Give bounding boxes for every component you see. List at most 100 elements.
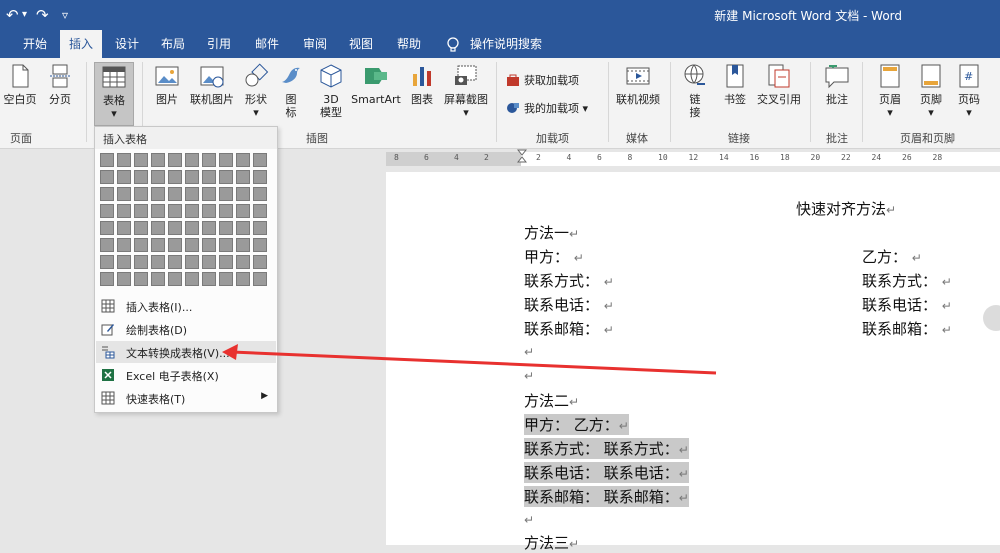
- tab-home[interactable]: 开始: [14, 30, 56, 58]
- indent-marker-icon[interactable]: [517, 149, 527, 169]
- grid-cell[interactable]: [236, 187, 250, 201]
- tab-review[interactable]: 审阅: [294, 30, 336, 58]
- convert-text-to-table-item[interactable]: 文本转换成表格(V)...: [96, 341, 276, 363]
- my-addins-button[interactable]: 我的加载项 ▾: [506, 100, 588, 116]
- grid-cell[interactable]: [151, 204, 165, 218]
- grid-cell[interactable]: [253, 187, 267, 201]
- icons-button[interactable]: 图 标: [276, 62, 306, 119]
- insert-table-item[interactable]: 插入表格(I)...: [96, 295, 276, 317]
- grid-cell[interactable]: [100, 153, 114, 167]
- grid-cell[interactable]: [134, 221, 148, 235]
- picture-button[interactable]: 图片: [150, 62, 184, 106]
- grid-cell[interactable]: [117, 238, 131, 252]
- tab-insert[interactable]: 插入: [60, 30, 102, 58]
- screenshot-button[interactable]: 屏幕截图 ▾: [442, 62, 490, 119]
- grid-cell[interactable]: [219, 187, 233, 201]
- get-addins-button[interactable]: 获取加载项: [506, 72, 579, 88]
- grid-cell[interactable]: [185, 221, 199, 235]
- excel-spreadsheet-item[interactable]: Excel 电子表格(X): [96, 364, 276, 386]
- grid-cell[interactable]: [202, 187, 216, 201]
- grid-cell[interactable]: [168, 255, 182, 269]
- grid-cell[interactable]: [100, 255, 114, 269]
- grid-cell[interactable]: [236, 238, 250, 252]
- grid-cell[interactable]: [202, 221, 216, 235]
- grid-cell[interactable]: [253, 204, 267, 218]
- grid-cell[interactable]: [253, 221, 267, 235]
- grid-cell[interactable]: [236, 221, 250, 235]
- grid-cell[interactable]: [219, 221, 233, 235]
- grid-cell[interactable]: [168, 238, 182, 252]
- grid-cell[interactable]: [100, 238, 114, 252]
- grid-cell[interactable]: [117, 221, 131, 235]
- grid-cell[interactable]: [100, 272, 114, 286]
- horizontal-ruler[interactable]: 8 6 4 2 2 4 6 8 10 12 14 16 18 20 22 24 26 28: [386, 149, 1000, 169]
- grid-cell[interactable]: [219, 153, 233, 167]
- grid-cell[interactable]: [168, 204, 182, 218]
- grid-cell[interactable]: [100, 187, 114, 201]
- grid-cell[interactable]: [202, 153, 216, 167]
- grid-cell[interactable]: [185, 255, 199, 269]
- grid-cell[interactable]: [134, 204, 148, 218]
- shapes-button[interactable]: 形状 ▾: [240, 62, 272, 119]
- grid-cell[interactable]: [134, 238, 148, 252]
- document-page[interactable]: 快速对齐方法↵ 方法一↵ 甲方： ↵ 联系方式： ↵ 联系电话： ↵ 联系邮箱：…: [386, 172, 1000, 552]
- grid-cell[interactable]: [185, 153, 199, 167]
- grid-cell[interactable]: [117, 170, 131, 184]
- grid-cell[interactable]: [168, 170, 182, 184]
- grid-cell[interactable]: [151, 238, 165, 252]
- grid-cell[interactable]: [219, 255, 233, 269]
- grid-cell[interactable]: [202, 272, 216, 286]
- tell-me-search[interactable]: 操作说明搜索: [470, 30, 544, 58]
- grid-cell[interactable]: [236, 153, 250, 167]
- grid-cell[interactable]: [219, 204, 233, 218]
- grid-cell[interactable]: [236, 170, 250, 184]
- header-button[interactable]: 页眉 ▾: [870, 62, 910, 119]
- 3d-models-button[interactable]: 3D 模型: [314, 62, 348, 119]
- grid-cell[interactable]: [151, 170, 165, 184]
- grid-cell[interactable]: [151, 272, 165, 286]
- grid-cell[interactable]: [117, 187, 131, 201]
- grid-cell[interactable]: [253, 255, 267, 269]
- page-number-button[interactable]: # 页码 ▾: [952, 62, 986, 119]
- grid-cell[interactable]: [151, 153, 165, 167]
- grid-cell[interactable]: [253, 238, 267, 252]
- blank-page-button[interactable]: 空白页: [2, 62, 38, 106]
- grid-cell[interactable]: [185, 187, 199, 201]
- grid-cell[interactable]: [100, 221, 114, 235]
- tab-design[interactable]: 设计: [106, 30, 148, 58]
- grid-cell[interactable]: [168, 153, 182, 167]
- grid-cell[interactable]: [253, 272, 267, 286]
- tab-references[interactable]: 引用: [198, 30, 240, 58]
- grid-cell[interactable]: [236, 204, 250, 218]
- grid-cell[interactable]: [185, 170, 199, 184]
- grid-cell[interactable]: [134, 187, 148, 201]
- grid-cell[interactable]: [236, 272, 250, 286]
- grid-cell[interactable]: [168, 187, 182, 201]
- new-comment-button[interactable]: 批注: [818, 62, 856, 106]
- online-video-button[interactable]: 联机视频: [612, 62, 664, 106]
- grid-cell[interactable]: [151, 255, 165, 269]
- redo-icon[interactable]: ↷: [36, 6, 49, 24]
- page-break-button[interactable]: 分页: [42, 62, 78, 106]
- table-button[interactable]: 表格 ▾: [94, 62, 134, 126]
- undo-dropdown-icon[interactable]: ▾: [22, 9, 27, 20]
- draw-table-item[interactable]: 绘制表格(D): [96, 318, 276, 340]
- grid-cell[interactable]: [168, 272, 182, 286]
- smartart-button[interactable]: SmartArt: [350, 62, 402, 106]
- grid-cell[interactable]: [134, 153, 148, 167]
- grid-cell[interactable]: [202, 238, 216, 252]
- grid-cell[interactable]: [253, 153, 267, 167]
- tab-view[interactable]: 视图: [340, 30, 382, 58]
- grid-cell[interactable]: [134, 170, 148, 184]
- grid-cell[interactable]: [202, 170, 216, 184]
- footer-button[interactable]: 页脚 ▾: [912, 62, 950, 119]
- cross-reference-button[interactable]: 交叉引用: [754, 62, 804, 106]
- grid-cell[interactable]: [134, 272, 148, 286]
- chart-button[interactable]: 图表: [406, 62, 438, 106]
- grid-cell[interactable]: [253, 170, 267, 184]
- tab-mailings[interactable]: 邮件: [246, 30, 288, 58]
- grid-cell[interactable]: [202, 255, 216, 269]
- grid-cell[interactable]: [151, 187, 165, 201]
- tab-help[interactable]: 帮助: [388, 30, 430, 58]
- grid-cell[interactable]: [185, 272, 199, 286]
